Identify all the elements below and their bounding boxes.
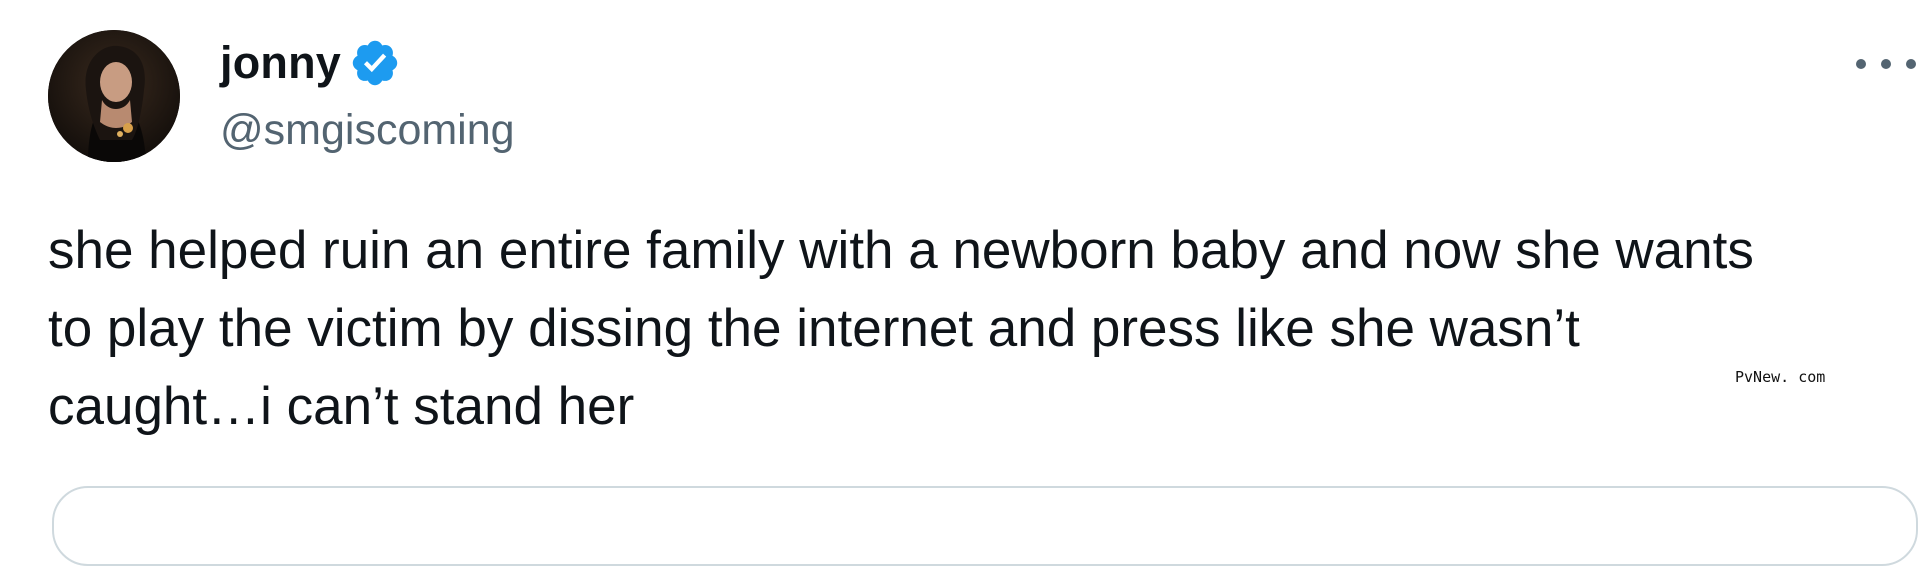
display-name[interactable]: jonny [220, 34, 341, 92]
tweet: jonny @smgiscoming she helped ruin an en… [0, 0, 1920, 566]
more-horizontal-icon [1881, 59, 1891, 69]
tweet-text-line: to play the victim by dissing the intern… [48, 299, 1580, 358]
author-block: jonny @smgiscoming [220, 34, 515, 158]
verified-badge-icon [349, 37, 401, 89]
name-row: jonny [220, 34, 515, 92]
tweet-text: she helped ruin an entire family with a … [48, 212, 1918, 446]
tweet-text-line: caught…i can’t stand her [48, 377, 635, 436]
quoted-tweet-card[interactable] [52, 486, 1918, 566]
avatar[interactable] [48, 30, 180, 162]
user-handle[interactable]: @smgiscoming [220, 102, 515, 158]
watermark: PvNew. com [1735, 368, 1826, 386]
more-horizontal-icon [1906, 59, 1916, 69]
more-horizontal-icon [1856, 59, 1866, 69]
more-options-button[interactable] [1856, 50, 1916, 78]
avatar-photo [48, 30, 180, 162]
tweet-text-line: she helped ruin an entire family with a … [48, 221, 1754, 280]
